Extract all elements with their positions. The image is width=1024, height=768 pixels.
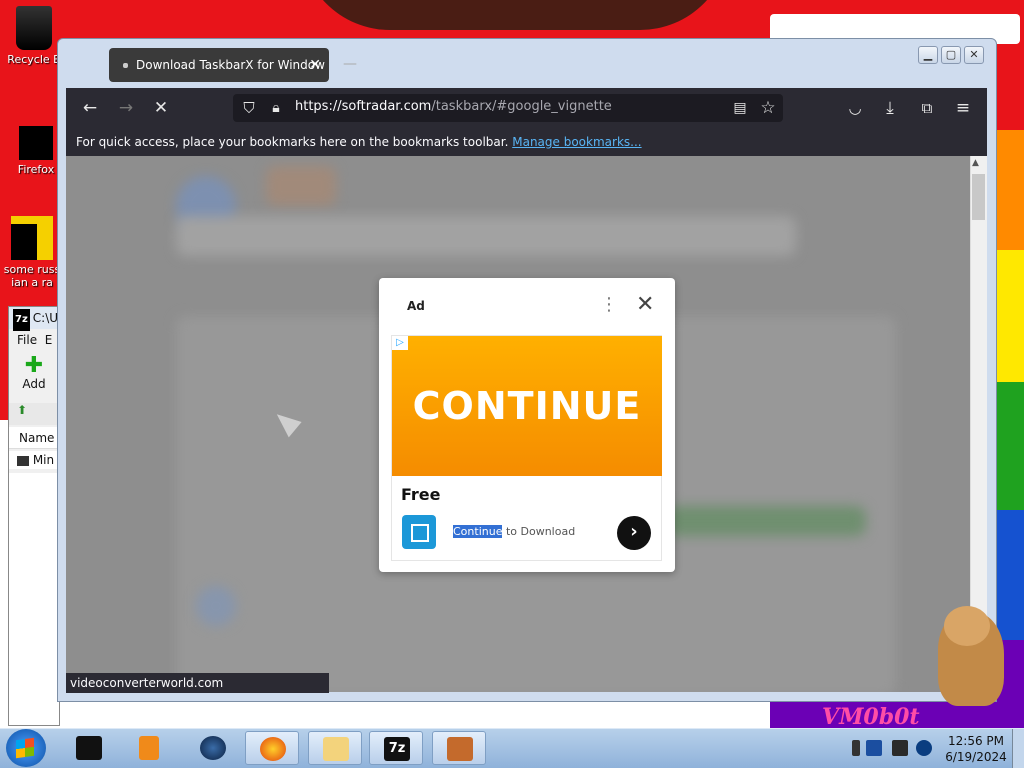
url-host: https://softradar.com: [295, 99, 432, 114]
hamster-mascot-head: [944, 606, 990, 646]
url-text[interactable]: https://softradar.com/taskbarx/#google_v…: [295, 99, 612, 114]
download-icon[interactable]: ⤓: [878, 96, 902, 120]
clock-time: 12:56 PM: [948, 734, 1004, 748]
close-window-button[interactable]: ✕: [964, 46, 984, 64]
file-list-item-name: Min: [32, 453, 55, 467]
sevenzip-nav-row: ⬆: [9, 403, 59, 425]
file-icon: [17, 455, 29, 466]
desktop-icon-label: Recycle B: [7, 53, 61, 66]
back-arrow-icon[interactable]: ←: [78, 96, 102, 120]
blurred-header: [176, 216, 796, 256]
tray-display-icon[interactable]: [892, 740, 908, 756]
blurred-icon: [196, 586, 236, 626]
clock-date: 6/19/2024: [945, 750, 1007, 764]
wallpaper-text: VM0b0t: [822, 704, 920, 730]
tab-close-icon[interactable]: ✕: [309, 48, 321, 82]
blurred-element: [266, 166, 336, 206]
rainbow-stripe-yellow: [996, 250, 1024, 382]
ad-cta-rest: to Download: [502, 525, 576, 538]
stop-loading-icon[interactable]: ✕: [149, 96, 173, 120]
rainbow-stripe-blue: [996, 510, 1024, 640]
shield-icon[interactable]: ⛉: [237, 96, 261, 120]
folder-icon: [323, 737, 349, 761]
ad-go-arrow-icon[interactable]: ›: [617, 516, 651, 550]
desktop-icon-recycle-bin[interactable]: Recycle B: [4, 6, 64, 66]
tray-volume-icon[interactable]: [916, 740, 932, 756]
media-player-icon: [139, 736, 159, 760]
task-globe[interactable]: [186, 731, 240, 765]
browser-tab[interactable]: Download TaskbarX for Window ✕: [109, 48, 329, 82]
ad-label: Ad: [407, 299, 425, 313]
pocket-icon[interactable]: ◡: [843, 96, 867, 120]
bookmarks-message: For quick access, place your bookmarks h…: [76, 135, 509, 149]
bookmarks-toolbar: For quick access, place your bookmarks h…: [66, 128, 987, 156]
status-url: videoconverterworld.com: [66, 673, 329, 693]
wallpaper-arc: [300, 0, 730, 30]
task-7zip[interactable]: 7z: [369, 731, 423, 765]
tray-network-icon[interactable]: [866, 740, 882, 756]
forward-arrow-icon[interactable]: →: [114, 96, 138, 120]
extensions-icon[interactable]: ⧉: [915, 96, 939, 120]
adchoices-icon[interactable]: ▷: [392, 336, 408, 350]
firefox-icon: [19, 126, 53, 160]
ad-title: Free: [401, 485, 441, 504]
ad-banner[interactable]: CONTINUE: [392, 336, 662, 476]
start-button[interactable]: [6, 729, 46, 767]
bookmark-star-icon[interactable]: ☆: [756, 96, 780, 120]
menu-file[interactable]: File: [17, 333, 37, 347]
task-app[interactable]: [432, 731, 486, 765]
maximize-button[interactable]: ▢: [941, 46, 961, 64]
file-list-item[interactable]: Min: [9, 451, 59, 469]
clock[interactable]: 12:56 PM 6/19/2024: [944, 733, 1008, 765]
sevenzip-title: C:\U: [32, 311, 59, 325]
task-media-player[interactable]: [122, 731, 176, 765]
column-header-name[interactable]: Name: [9, 427, 59, 449]
sevenzip-title-bar: 7z C:\U: [9, 307, 59, 331]
task-terminal[interactable]: [62, 731, 116, 765]
ad-cta-text[interactable]: Continue to Download: [453, 525, 575, 538]
folder-up-icon[interactable]: ⬆: [17, 403, 27, 417]
sevenzip-badge: 7z: [13, 309, 30, 331]
new-tab-button[interactable]: —: [343, 56, 357, 72]
task-firefox[interactable]: [245, 731, 299, 765]
reader-view-icon[interactable]: ▤: [728, 96, 752, 120]
show-desktop-button[interactable]: [1012, 729, 1024, 768]
desktop-icon-label: some russ ian a ra: [3, 263, 61, 289]
menu-hamburger-icon[interactable]: ≡: [951, 96, 975, 120]
minimize-button[interactable]: ▁: [918, 46, 938, 64]
ad-app-icon[interactable]: [402, 515, 436, 549]
manage-bookmarks-link[interactable]: Manage bookmarks...: [512, 135, 641, 149]
ad-cta-selected: Continue: [453, 525, 503, 538]
sevenzip-window[interactable]: 7z C:\U File E ✚ Add ⬆ Name Min: [8, 306, 60, 726]
rainbow-stripe-green: [996, 382, 1024, 510]
firefox-icon: [260, 737, 286, 761]
document-icon: [11, 216, 53, 260]
globe-icon: [200, 736, 226, 760]
scroll-thumb[interactable]: [972, 174, 985, 220]
sevenzip-menubar: File E: [9, 331, 59, 349]
app-icon: [447, 737, 473, 761]
lock-icon[interactable]: 🔒︎: [264, 96, 288, 120]
rainbow-stripe-orange: [996, 130, 1024, 250]
menu-edit[interactable]: E: [45, 333, 53, 347]
tray-expand-icon[interactable]: [852, 740, 860, 756]
sevenzip-list-area: [9, 473, 59, 725]
terminal-icon: [76, 736, 102, 760]
tab-title: Download TaskbarX for Window: [136, 58, 325, 72]
tab-loading-icon: [123, 63, 128, 68]
desktop-icon-label: Firefox: [17, 163, 55, 176]
add-label: Add: [22, 377, 46, 391]
ad-close-icon[interactable]: ✕: [636, 292, 654, 318]
desktop-icon-document[interactable]: some russ ian a ra: [2, 216, 62, 289]
add-icon: ✚: [24, 353, 44, 378]
ad-more-options-icon[interactable]: ⋮: [600, 294, 618, 315]
task-explorer[interactable]: [308, 731, 362, 765]
blurred-download-button: [666, 506, 866, 536]
sevenzip-task-icon: 7z: [384, 737, 410, 761]
recycle-bin-icon: [16, 6, 52, 50]
scroll-up-icon[interactable]: ▲: [972, 158, 979, 168]
url-path: /taskbarx/#google_vignette: [431, 99, 612, 114]
sevenzip-add-button[interactable]: ✚ Add: [9, 353, 59, 392]
